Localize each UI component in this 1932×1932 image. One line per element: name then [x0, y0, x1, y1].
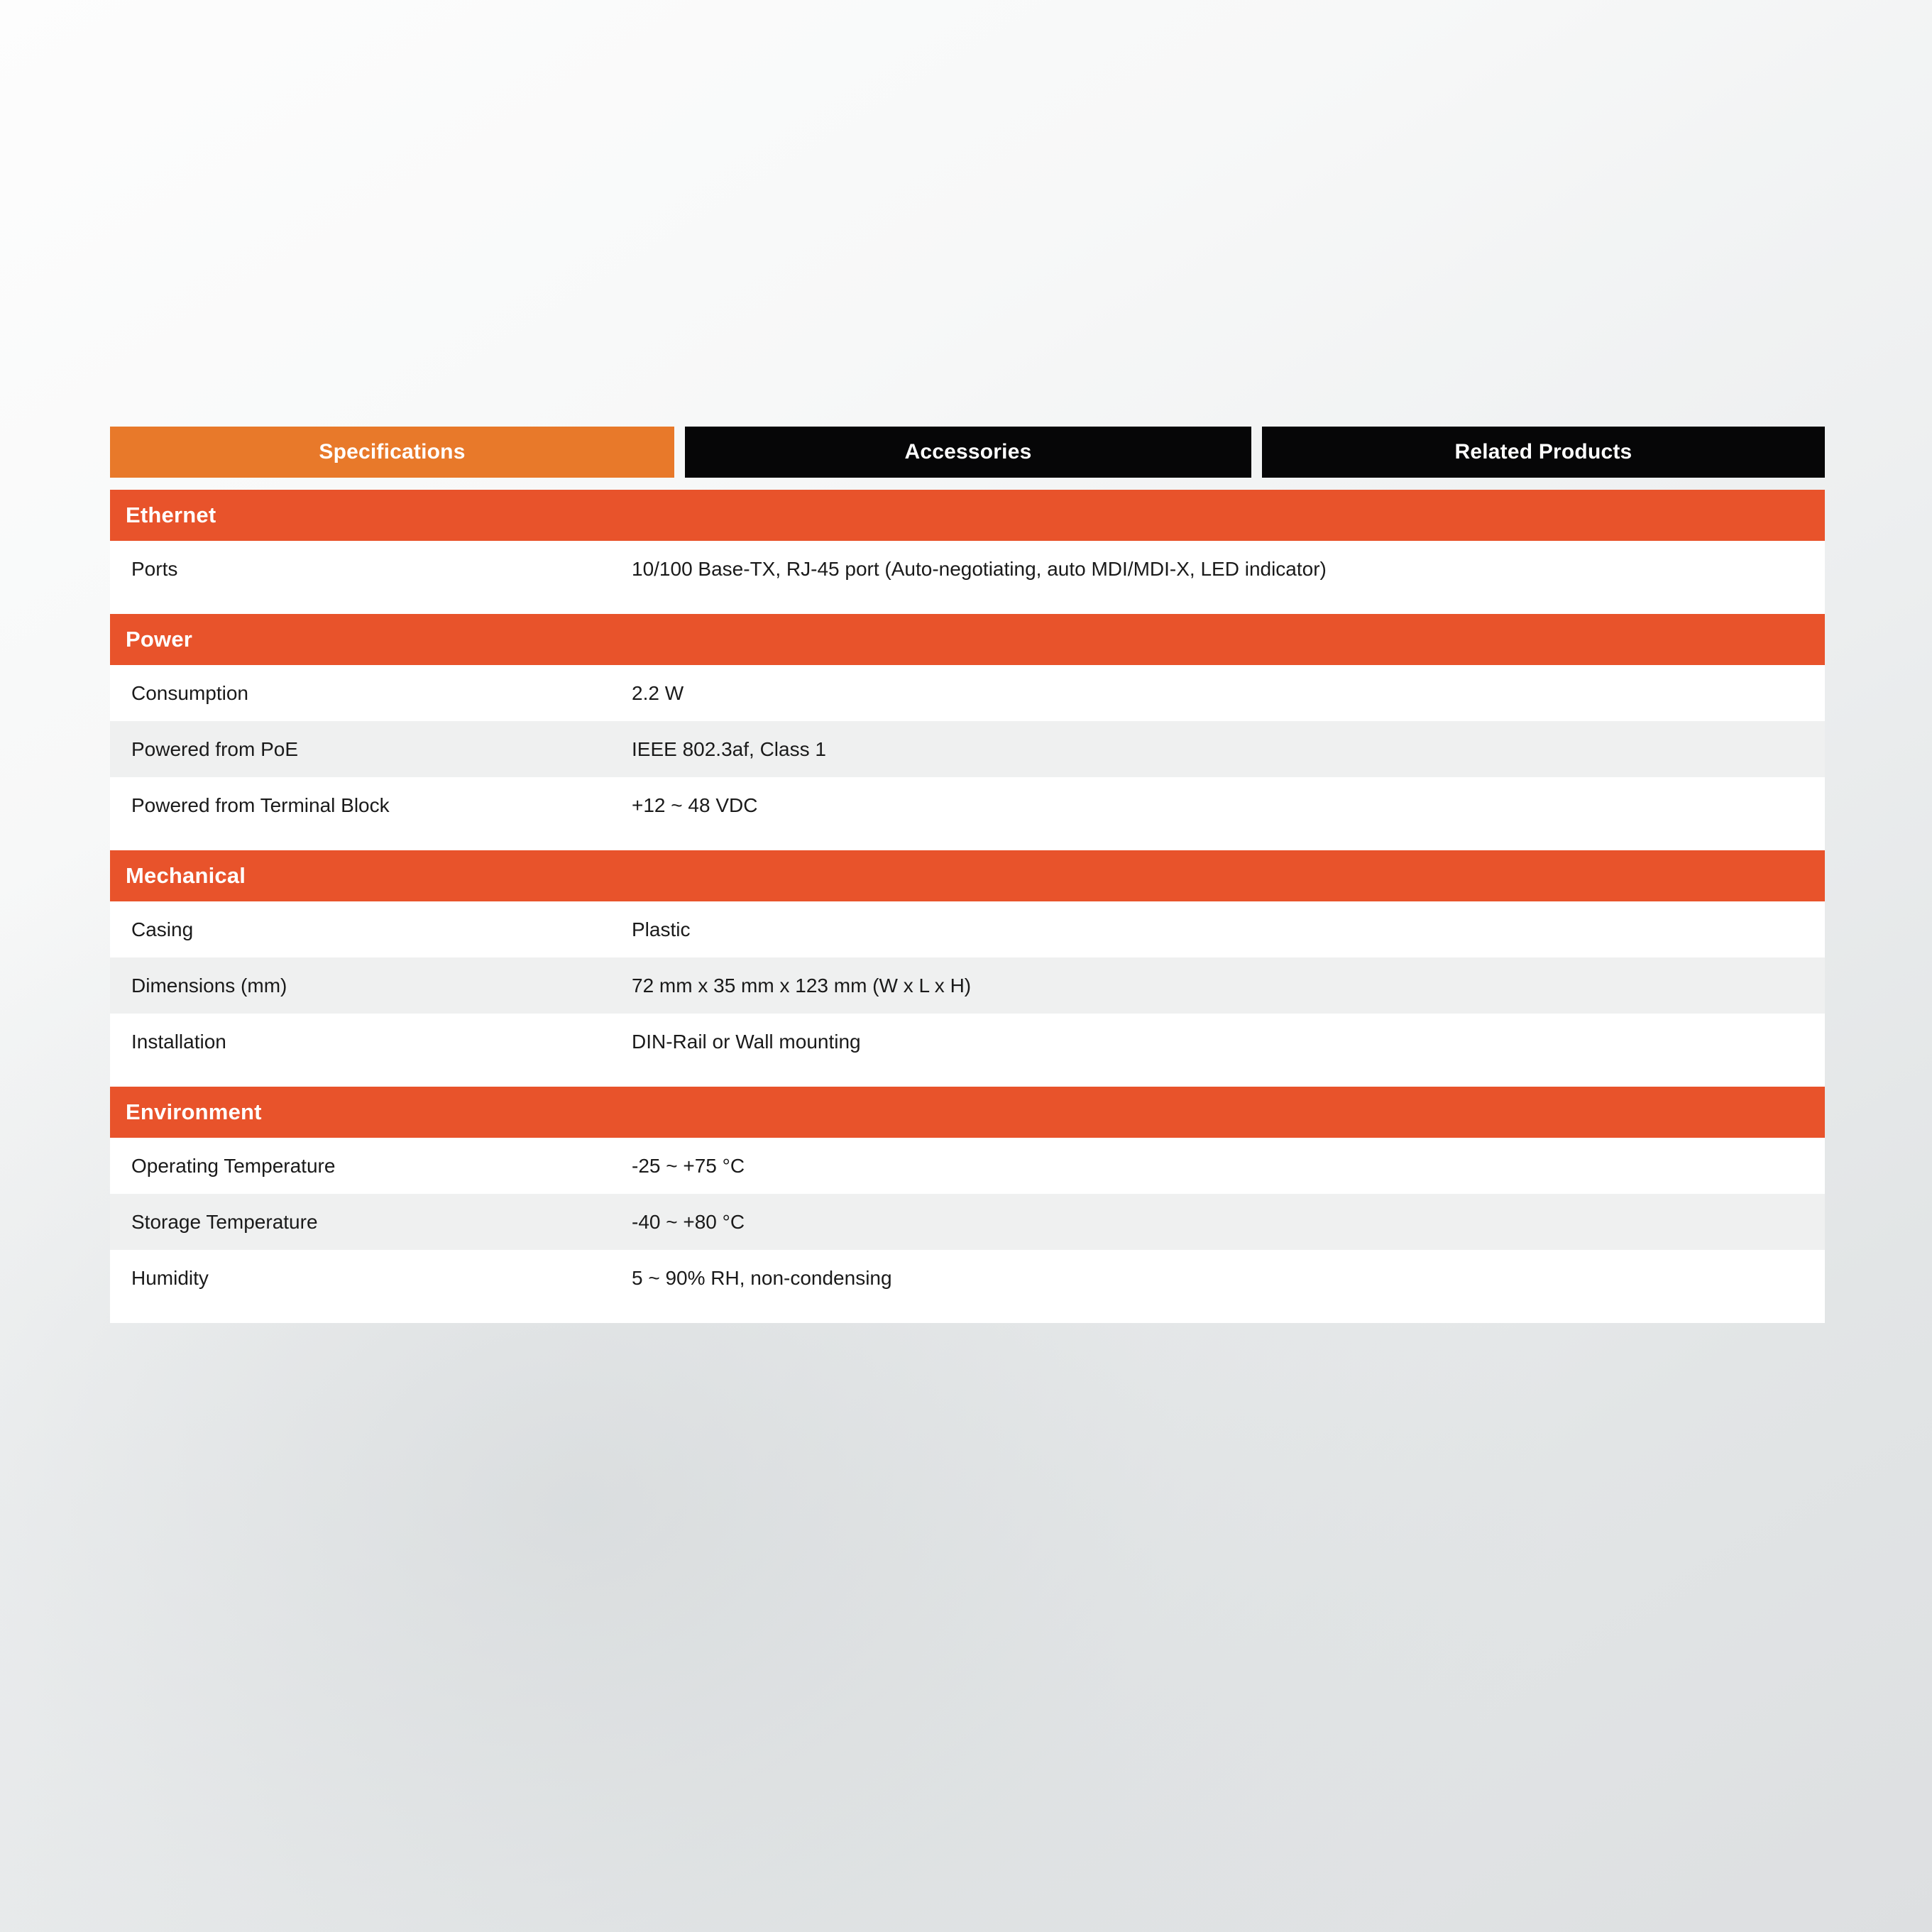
table-row: Humidity 5 ~ 90% RH, non-condensing: [110, 1250, 1825, 1306]
tab-accessories[interactable]: Accessories: [685, 427, 1251, 478]
section-header-mechanical-label: Mechanical: [126, 863, 246, 888]
product-tab-bar: Specifications Accessories Related Produ…: [110, 427, 1825, 478]
section-header-power-label: Power: [126, 627, 193, 652]
table-row: Consumption 2.2 W: [110, 665, 1825, 721]
section-header-mechanical: Mechanical: [110, 850, 1825, 901]
section-rows-power: Consumption 2.2 W Powered from PoE IEEE …: [110, 665, 1825, 850]
section-rows-mechanical: Casing Plastic Dimensions (mm) 72 mm x 3…: [110, 901, 1825, 1087]
row-label: Storage Temperature: [131, 1210, 318, 1233]
table-row: Casing Plastic: [110, 901, 1825, 957]
spec-section-environment: Environment Operating Temperature -25 ~ …: [110, 1087, 1825, 1323]
row-value: DIN-Rail or Wall mounting: [632, 1030, 861, 1053]
table-row: Dimensions (mm) 72 mm x 35 mm x 123 mm (…: [110, 957, 1825, 1014]
table-row: Powered from Terminal Block +12 ~ 48 VDC: [110, 777, 1825, 833]
spec-section-ethernet: Ethernet Ports 10/100 Base-TX, RJ-45 por…: [110, 490, 1825, 614]
table-row: Installation DIN-Rail or Wall mounting: [110, 1014, 1825, 1070]
table-row: Storage Temperature -40 ~ +80 °C: [110, 1194, 1825, 1250]
row-value: -25 ~ +75 °C: [632, 1154, 745, 1177]
row-value: -40 ~ +80 °C: [632, 1210, 745, 1233]
row-value: 2.2 W: [632, 681, 684, 704]
row-value: 72 mm x 35 mm x 123 mm (W x L x H): [632, 974, 972, 997]
section-header-power: Power: [110, 614, 1825, 665]
row-value: 5 ~ 90% RH, non-condensing: [632, 1266, 892, 1289]
section-rows-environment: Operating Temperature -25 ~ +75 °C Stora…: [110, 1138, 1825, 1323]
table-row: Operating Temperature -25 ~ +75 °C: [110, 1138, 1825, 1194]
specifications-table: Ethernet Ports 10/100 Base-TX, RJ-45 por…: [110, 490, 1825, 1323]
row-label: Ports: [131, 557, 178, 580]
tab-related-products-label: Related Products: [1454, 440, 1632, 463]
spec-section-power: Power Consumption 2.2 W Powered from PoE…: [110, 614, 1825, 850]
tab-specifications[interactable]: Specifications: [110, 427, 674, 478]
section-header-environment: Environment: [110, 1087, 1825, 1138]
section-header-environment-label: Environment: [126, 1099, 262, 1124]
row-label: Dimensions (mm): [131, 974, 287, 997]
row-value: 10/100 Base-TX, RJ-45 port (Auto-negotia…: [632, 557, 1327, 580]
tab-specifications-label: Specifications: [319, 440, 466, 463]
row-label: Humidity: [131, 1266, 209, 1289]
row-label: Powered from Terminal Block: [131, 794, 390, 816]
row-label: Installation: [131, 1030, 226, 1053]
tab-accessories-label: Accessories: [904, 440, 1032, 463]
section-rows-ethernet: Ports 10/100 Base-TX, RJ-45 port (Auto-n…: [110, 541, 1825, 614]
product-specifications-page: Specifications Accessories Related Produ…: [0, 0, 1932, 1932]
row-value: +12 ~ 48 VDC: [632, 794, 758, 816]
row-label: Casing: [131, 918, 194, 940]
table-row: Ports 10/100 Base-TX, RJ-45 port (Auto-n…: [110, 541, 1825, 597]
section-header-ethernet-label: Ethernet: [126, 503, 216, 527]
table-row: Powered from PoE IEEE 802.3af, Class 1: [110, 721, 1825, 777]
spec-section-mechanical: Mechanical Casing Plastic Dimensions (mm…: [110, 850, 1825, 1087]
row-label: Operating Temperature: [131, 1154, 336, 1177]
row-value: Plastic: [632, 918, 691, 940]
section-header-ethernet: Ethernet: [110, 490, 1825, 541]
row-label: Consumption: [131, 681, 248, 704]
row-value: IEEE 802.3af, Class 1: [632, 737, 826, 760]
row-label: Powered from PoE: [131, 737, 298, 760]
tab-related-products[interactable]: Related Products: [1261, 427, 1825, 478]
